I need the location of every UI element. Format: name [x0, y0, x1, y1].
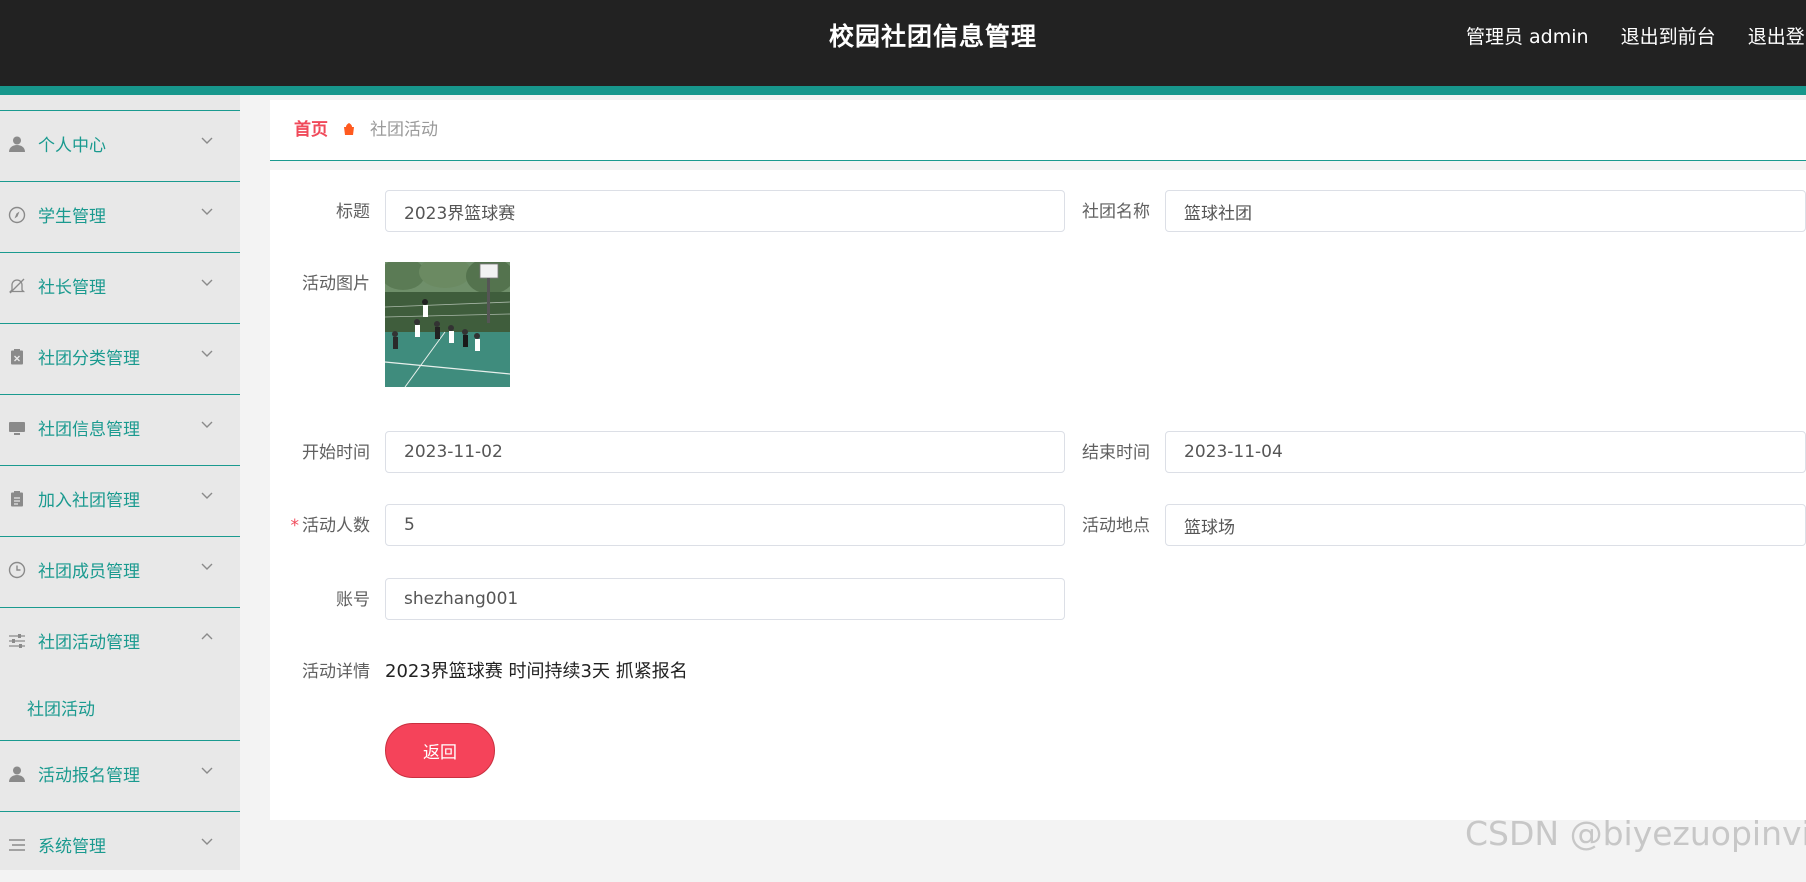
sidebar-item-label: 加入社团管理 — [38, 491, 140, 511]
chevron-down-icon — [198, 133, 216, 151]
end-time-label: 结束时间 — [1082, 443, 1150, 463]
sidebar-item-label: 社团信息管理 — [38, 420, 140, 440]
sidebar-item-personal-center[interactable]: 个人中心 — [0, 110, 240, 181]
image-label: 活动图片 — [302, 274, 370, 294]
sidebar-item-activity-registration-management[interactable]: 活动报名管理 — [0, 740, 240, 811]
account-input[interactable] — [385, 578, 1065, 620]
admin-label: 管理员 admin — [1466, 26, 1589, 48]
top-bar: 校园社团信息管理 管理员 admin 退出到前台 退出登录 — [0, 0, 1806, 86]
chevron-down-icon — [198, 834, 216, 852]
end-time-input[interactable] — [1165, 431, 1806, 473]
back-button[interactable]: 返回 — [385, 723, 495, 778]
location-input[interactable] — [1165, 504, 1806, 546]
sidebar-item-label: 学生管理 — [38, 207, 106, 227]
sidebar: 个人中心 学生管理 社长管理 社团分类管理 社团信息管理 加入社团管理 社团成员… — [0, 95, 240, 870]
top-bar-accent — [0, 86, 1806, 95]
top-links: 管理员 admin 退出到前台 退出登录 — [1466, 0, 1806, 74]
chevron-down-icon — [198, 346, 216, 364]
logout-link[interactable]: 退出登录 — [1748, 26, 1806, 48]
sidebar-item-label: 社团分类管理 — [38, 349, 140, 369]
detail-text: 2023界篮球赛 时间持续3天 抓紧报名 — [385, 661, 688, 682]
chevron-down-icon — [198, 763, 216, 781]
participants-label-text: 活动人数 — [302, 516, 370, 536]
sidebar-item-student-management[interactable]: 学生管理 — [0, 181, 240, 252]
title-input[interactable] — [385, 190, 1065, 232]
chevron-up-icon — [198, 630, 216, 648]
exit-to-front-link[interactable]: 退出到前台 — [1621, 26, 1716, 48]
user-icon — [7, 135, 27, 155]
activity-image[interactable] — [385, 262, 510, 387]
sidebar-item-system-management[interactable]: 系统管理 — [0, 811, 240, 882]
sidebar-item-label: 社团活动管理 — [38, 633, 140, 653]
account-label: 账号 — [336, 590, 370, 610]
sidebar-item-join-club-management[interactable]: 加入社团管理 — [0, 465, 240, 536]
sidebar-item-label: 活动报名管理 — [38, 766, 140, 786]
sidebar-item-label: 个人中心 — [38, 136, 106, 156]
submenu-item-club-activity[interactable]: 社团活动 — [27, 690, 207, 730]
participants-input[interactable] — [385, 504, 1065, 546]
monitor-icon — [7, 419, 27, 439]
chevron-down-icon — [198, 559, 216, 577]
sidebar-item-president-management[interactable]: 社长管理 — [0, 252, 240, 323]
chevron-down-icon — [198, 417, 216, 435]
club-name-label: 社团名称 — [1082, 202, 1150, 222]
clock-icon — [7, 561, 27, 581]
sidebar-item-club-info-management[interactable]: 社团信息管理 — [0, 394, 240, 465]
title-label: 标题 — [336, 202, 370, 222]
participants-label: * 活动人数 — [270, 504, 371, 548]
chevron-down-icon — [198, 204, 216, 222]
sidebar-item-label: 社团成员管理 — [38, 562, 140, 582]
chevron-down-icon — [198, 488, 216, 506]
chevron-down-icon — [198, 275, 216, 293]
sidebar-item-club-category-management[interactable]: 社团分类管理 — [0, 323, 240, 394]
breadcrumb-current: 社团活动 — [370, 120, 438, 140]
activity-detail-form: 标题 社团名称 活动图片 开始时间 结束时间 — [270, 170, 1806, 820]
breadcrumb-home-link[interactable]: 首页 — [294, 100, 328, 160]
user-icon — [7, 765, 27, 785]
sliders-icon — [7, 632, 27, 652]
breadcrumb: 首页 社团活动 — [270, 100, 1806, 161]
sidebar-item-label: 系统管理 — [38, 837, 106, 857]
bell-off-icon — [7, 277, 27, 297]
watermark: CSDN @biyezuopinvip — [1465, 814, 1806, 853]
start-time-label: 开始时间 — [302, 443, 370, 463]
list-icon — [7, 836, 27, 856]
sidebar-item-club-activity-management[interactable]: 社团活动管理 — [0, 607, 240, 678]
detail-label: 活动详情 — [302, 662, 370, 682]
location-label: 活动地点 — [1082, 516, 1150, 536]
start-time-input[interactable] — [385, 431, 1065, 473]
clipboard-x-icon — [7, 348, 27, 368]
flame-icon — [342, 122, 356, 136]
clipboard-icon — [7, 490, 27, 510]
sidebar-item-label: 社长管理 — [38, 278, 106, 298]
sidebar-item-club-member-management[interactable]: 社团成员管理 — [0, 536, 240, 607]
compass-icon — [7, 206, 27, 226]
club-name-input[interactable] — [1165, 190, 1806, 232]
required-asterisk: * — [290, 516, 300, 536]
